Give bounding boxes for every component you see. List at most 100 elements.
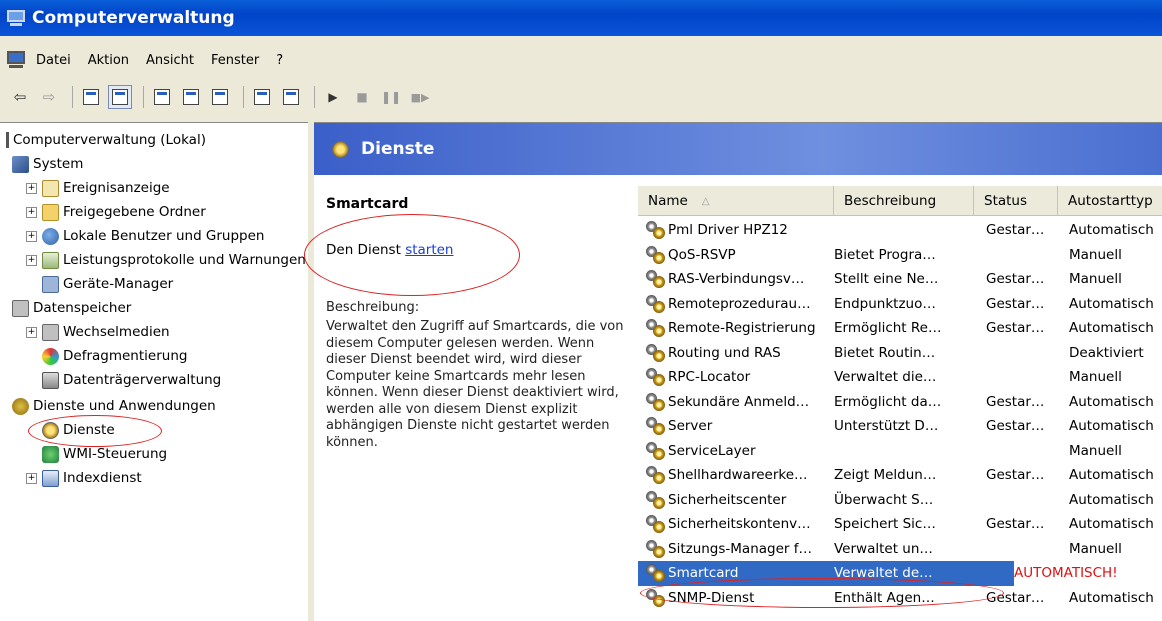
service-name-cell: Sitzungs-Manager f… — [646, 537, 836, 562]
column-label: Name — [648, 193, 688, 209]
expand-icon[interactable]: + — [26, 230, 37, 242]
pause-icon[interactable]: ❚❚ — [379, 85, 403, 109]
service-status-cell: Gestar… — [986, 295, 1045, 312]
service-description-cell: Verwaltet un… — [834, 540, 933, 557]
tree-item-root[interactable]: Computerverwaltung (Lokal) — [6, 129, 206, 151]
service-name: ServiceLayer — [668, 442, 756, 459]
column-header-status[interactable]: Status — [974, 186, 1058, 216]
service-startup-cell: AUTOMATISCH! — [1014, 561, 1162, 586]
menu-ansicht[interactable]: Ansicht — [146, 53, 194, 68]
service-startup-cell: Automatisch — [1069, 295, 1154, 312]
tree-label: Freigegebene Ordner — [63, 204, 206, 220]
tree-item-shared-folders[interactable]: + Freigegebene Ordner — [26, 201, 206, 223]
table-row[interactable]: ServiceLayer Manuell — [638, 439, 1162, 464]
expand-icon[interactable]: + — [26, 182, 37, 194]
menu-aktion[interactable]: Aktion — [88, 53, 129, 68]
tree-item-local-users[interactable]: + Lokale Benutzer und Gruppen — [26, 225, 265, 247]
help-icon[interactable] — [250, 85, 274, 109]
menu-fenster[interactable]: Fenster — [211, 53, 259, 68]
properties-icon[interactable] — [150, 85, 174, 109]
expand-icon[interactable]: + — [26, 326, 37, 338]
service-name-cell: Sicherheitscenter — [646, 488, 836, 513]
expand-icon[interactable]: + — [26, 254, 37, 266]
expand-icon[interactable]: + — [26, 206, 37, 218]
export-list-icon[interactable] — [208, 85, 232, 109]
tree-item-device-manager[interactable]: Geräte-Manager — [42, 273, 173, 295]
play-icon[interactable]: ▶ — [321, 85, 345, 109]
service-startup-cell: Automatisch — [1069, 516, 1154, 533]
forward-arrow-icon[interactable]: ⇨ — [37, 85, 61, 109]
tree-item-services-apps[interactable]: Dienste und Anwendungen — [12, 395, 216, 417]
performance-logs-icon — [42, 251, 59, 269]
table-row[interactable]: Sicherheitscenter Überwacht S… Automatisch — [638, 488, 1162, 513]
service-status-cell — [986, 537, 1070, 562]
sort-ascending-icon: △ — [701, 195, 710, 207]
table-row[interactable]: Sicherheitskontenv… Speichert Sic… Gestar…… — [638, 512, 1162, 537]
system-menu-icon[interactable] — [6, 51, 28, 69]
service-name: Sitzungs-Manager f… — [668, 540, 813, 557]
services-applications-icon — [12, 397, 29, 415]
service-name-cell: Server — [646, 414, 836, 439]
service-name: Sekundäre Anmeld… — [668, 393, 810, 410]
table-row[interactable]: Pml Driver HPZ12 Gestar… Automatisch — [638, 218, 1162, 243]
table-row[interactable]: Routing und RAS Bietet Routin… Deaktiviert — [638, 341, 1162, 366]
tree-item-performance-logs[interactable]: + Leistungsprotokolle und Warnungen — [26, 249, 306, 271]
console-tree: Computerverwaltung (Lokal) System + Erei… — [0, 122, 308, 621]
up-folder-icon[interactable] — [79, 85, 103, 109]
restart-icon[interactable]: ■▶ — [408, 85, 432, 109]
service-gear-icon — [646, 417, 666, 436]
table-row[interactable]: RAS-Verbindungsv… Stellt eine Ne… Gestar… M… — [638, 267, 1162, 292]
table-row[interactable]: RPC-Locator Verwaltet die… Manuell — [638, 365, 1162, 390]
column-label: Autostarttyp — [1068, 193, 1153, 209]
disk-management-icon — [42, 371, 59, 389]
tree-item-event-viewer[interactable]: + Ereignisanzeige — [26, 177, 170, 199]
tree-item-storage[interactable]: Datenspeicher — [12, 297, 131, 319]
service-name: Smartcard — [668, 565, 739, 582]
table-row[interactable]: Remote-Registrierung Ermöglicht Re… Gestar… — [638, 316, 1162, 341]
service-name: QoS-RSVP — [668, 246, 736, 263]
service-gear-icon — [646, 466, 666, 485]
tree-item-system[interactable]: System — [12, 153, 83, 175]
menu-help[interactable]: ? — [276, 53, 283, 68]
service-startup-cell: Automatisch — [1069, 222, 1154, 239]
window-title: Computerverwaltung — [32, 8, 235, 28]
table-row[interactable]: Sitzungs-Manager f… Verwaltet un… Manuell — [638, 537, 1162, 562]
column-label: Status — [984, 193, 1028, 209]
table-row[interactable]: Shellhardwareerke… Zeigt Meldun… Gestar… Au… — [638, 463, 1162, 488]
service-name: Remoteprozedurau… — [668, 295, 811, 312]
tree-item-indexing[interactable]: + Indexdienst — [26, 467, 142, 489]
tree-item-removable-media[interactable]: + Wechselmedien — [26, 321, 170, 343]
table-row[interactable]: QoS-RSVP Bietet Progra… Manuell — [638, 243, 1162, 268]
column-header-startup-type[interactable]: Autostarttyp — [1058, 186, 1162, 216]
tree-item-disk-management[interactable]: Datenträgerverwaltung — [42, 369, 221, 391]
service-gear-icon — [646, 564, 666, 583]
description-text: Verwaltet den Zugriff auf Smartcards, di… — [326, 319, 624, 450]
wmi-icon — [42, 445, 59, 463]
table-row[interactable]: Remoteprozedurau… Endpunktzuo… Gestar… Auto… — [638, 292, 1162, 317]
service-startup-cell: Manuell — [1069, 369, 1122, 386]
column-header-name[interactable]: Name △ — [638, 186, 834, 216]
console-view-icon[interactable] — [279, 85, 303, 109]
service-name-cell: Sicherheitskontenv… — [646, 512, 836, 537]
stop-icon[interactable]: ■ — [350, 85, 374, 109]
column-header-description[interactable]: Beschreibung — [834, 186, 974, 216]
service-startup-cell: Automatisch — [1069, 418, 1154, 435]
service-name-cell: Routing und RAS — [646, 341, 836, 366]
service-startup-cell: Automatisch — [1069, 589, 1154, 606]
table-row[interactable]: Server Unterstützt D… Gestar… Automatisch — [638, 414, 1162, 439]
back-arrow-icon[interactable]: ⇦ — [8, 85, 32, 109]
service-description-cell: Unterstützt D… — [834, 418, 939, 435]
table-row[interactable]: Sekundäre Anmeld… Ermöglicht da… Gestar… Au… — [638, 390, 1162, 415]
menu-datei[interactable]: Datei — [36, 53, 71, 68]
service-name-cell: ServiceLayer — [646, 439, 836, 464]
service-startup-cell: Deaktiviert — [1069, 344, 1144, 361]
service-gear-icon — [646, 319, 666, 338]
refresh-icon[interactable] — [179, 85, 203, 109]
expand-icon[interactable]: + — [26, 472, 37, 484]
service-gear-icon — [646, 392, 666, 411]
service-name: Sicherheitskontenv… — [668, 516, 811, 533]
tree-item-defrag[interactable]: Defragmentierung — [42, 345, 187, 367]
service-startup-cell: Automatisch — [1069, 467, 1154, 484]
description-label: Beschreibung: — [326, 300, 420, 315]
show-tree-icon[interactable] — [108, 85, 132, 109]
